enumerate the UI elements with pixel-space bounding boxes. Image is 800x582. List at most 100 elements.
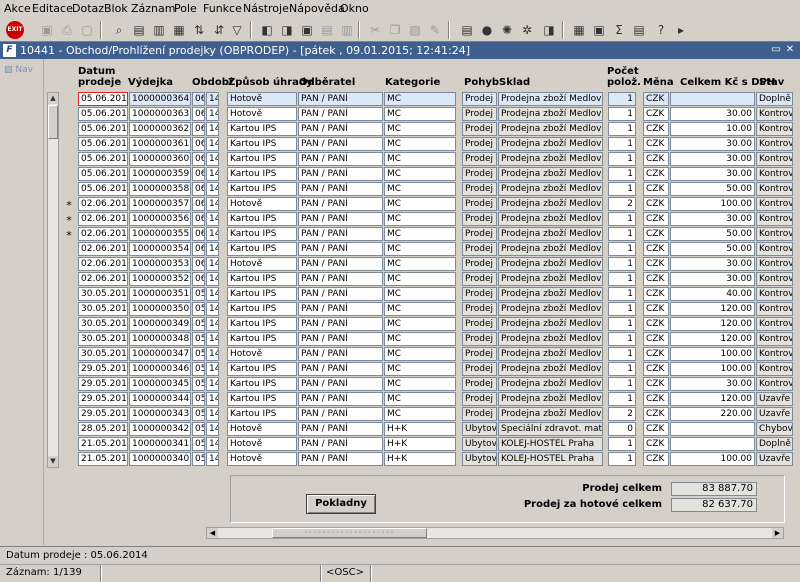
table-row[interactable]: 05.06.201410000003580614 Kartou IPSPAN / … [63,182,793,197]
cell-obdobi-month[interactable]: 06 [192,227,205,241]
table-row[interactable]: 30.05.201410000003490514 Kartou IPSPAN / … [63,317,793,332]
print-icon[interactable]: ⎙ [58,21,76,39]
scroll-thumb[interactable] [48,105,58,139]
cell-mena[interactable]: CZK [643,92,669,106]
cell-obdobi-year[interactable]: 14 [206,392,219,406]
cell-datum-prodeje[interactable]: 29.05.2014 [78,392,128,406]
cell-celkem[interactable]: 100.00 [670,347,755,361]
table-row[interactable]: * 02.06.201410000003570614 HotověPAN / PAN… [63,197,793,212]
menu-item-9[interactable]: Okno [340,2,369,15]
cell-odberatel[interactable]: PAN / PANÍ [298,212,383,226]
cell-pocet-polozek[interactable]: 1 [608,182,636,196]
cell-pocet-polozek[interactable]: 1 [608,452,636,466]
table-row[interactable]: 29.05.201410000003430514 Kartou IPSPAN / … [63,407,793,422]
cell-obdobi-year[interactable]: 14 [206,422,219,436]
cell-celkem[interactable]: 30.00 [670,152,755,166]
cell-odberatel[interactable]: PAN / PANÍ [298,167,383,181]
cell-kategorie[interactable]: MC [384,197,456,211]
cell-pocet-polozek[interactable]: 1 [608,167,636,181]
save-icon[interactable]: ▣ [38,21,56,39]
cell-odberatel[interactable]: PAN / PANÍ [298,452,383,466]
header-kategorie[interactable]: Kategorie [385,77,440,88]
cell-sklad[interactable]: Prodejna zboží Medlov [498,152,603,166]
cell-zpusob-uhrady[interactable]: Kartou IPS [227,182,297,196]
table-row[interactable]: 05.06.201410000003620614 Kartou IPSPAN / … [63,122,793,137]
cell-datum-prodeje[interactable]: 29.05.2014 [78,377,128,391]
cell-odberatel[interactable]: PAN / PANÍ [298,257,383,271]
cell-celkem[interactable]: 30.00 [670,212,755,226]
cell-zpusob-uhrady[interactable]: Hotově [227,422,297,436]
cell-obdobi-month[interactable]: 06 [192,272,205,286]
cell-zpusob-uhrady[interactable]: Kartou IPS [227,212,297,226]
menu-item-7[interactable]: Nástroje [243,2,289,15]
cell-kategorie[interactable]: MC [384,377,456,391]
cell-obdobi-month[interactable]: 05 [192,437,205,451]
cell-zpusob-uhrady[interactable]: Kartou IPS [227,392,297,406]
cell-celkem[interactable]: 50.00 [670,182,755,196]
header-vydejka[interactable]: Výdejka [128,77,173,88]
cell-stav[interactable]: Kontrov [756,257,793,271]
cell-pohyb[interactable]: Prodej z [462,377,497,391]
cell-zpusob-uhrady[interactable]: Kartou IPS [227,152,297,166]
cell-pocet-polozek[interactable]: 1 [608,302,636,316]
menu-item-3[interactable]: Blok [104,2,128,15]
cell-sklad[interactable]: KOLEJ-HOSTEL Praha [498,452,603,466]
cell-stav[interactable]: Kontrov [756,347,793,361]
cell-obdobi-year[interactable]: 14 [206,137,219,151]
cell-vydejka[interactable]: 1000000345 [129,377,191,391]
cell-kategorie[interactable]: MC [384,302,456,316]
cell-obdobi-month[interactable]: 05 [192,407,205,421]
menu-item-0[interactable]: Akce [4,2,31,15]
cell-obdobi-year[interactable]: 14 [206,92,219,106]
cell-stav[interactable]: Kontrov [756,212,793,226]
cell-datum-prodeje[interactable]: 02.06.2014 [78,242,128,256]
restore-icon[interactable]: ▭ [770,43,782,57]
cell-mena[interactable]: CZK [643,332,669,346]
cell-pohyb[interactable]: Prodej z [462,242,497,256]
help-question-icon[interactable]: ? [652,21,670,39]
table-row[interactable]: 29.05.201410000003450514 Kartou IPSPAN / … [63,377,793,392]
cell-sklad[interactable]: Prodejna zboží Medlov [498,212,603,226]
cell-kategorie[interactable]: H+K [384,422,456,436]
cell-pocet-polozek[interactable]: 2 [608,407,636,421]
sign-icon[interactable]: ◨ [540,21,558,39]
cell-obdobi-month[interactable]: 06 [192,197,205,211]
cell-pohyb[interactable]: Prodej z [462,407,497,421]
cell-kategorie[interactable]: MC [384,227,456,241]
cell-vydejka[interactable]: 1000000347 [129,347,191,361]
cell-celkem[interactable]: 30.00 [670,377,755,391]
table-row[interactable]: 02.06.201410000003540614 Kartou IPSPAN / … [63,242,793,257]
copy-icon[interactable]: ❐ [386,21,404,39]
cell-pohyb[interactable]: Prodej z [462,137,497,151]
exit-icon[interactable]: EXIT [6,21,24,39]
cell-sklad[interactable]: Prodejna zboží Medlov [498,92,603,106]
cell-kategorie[interactable]: MC [384,137,456,151]
cell-zpusob-uhrady[interactable]: Kartou IPS [227,287,297,301]
cell-sklad[interactable]: Prodejna zboží Medlov [498,107,603,121]
cut-icon[interactable]: ✂ [366,21,384,39]
table-row[interactable]: * 02.06.201410000003560614 Kartou IPSPAN /… [63,212,793,227]
clear-icon[interactable]: ▢ [78,21,96,39]
cell-datum-prodeje[interactable]: 05.06.2014 [78,122,128,136]
cell-pohyb[interactable]: Prodej z [462,107,497,121]
cell-stav[interactable]: Kontrov [756,227,793,241]
cell-pocet-polozek[interactable]: 1 [608,437,636,451]
cell-obdobi-year[interactable]: 14 [206,287,219,301]
menu-item-4[interactable]: Záznam [131,2,175,15]
cell-stav[interactable]: Kontrov [756,362,793,376]
cell-datum-prodeje[interactable]: 28.05.2014 [78,422,128,436]
table-row[interactable]: 05.06.201410000003600614 Kartou IPSPAN / … [63,152,793,167]
cell-pohyb[interactable]: Prodej z [462,257,497,271]
cell-vydejka[interactable]: 1000000352 [129,272,191,286]
cell-kategorie[interactable]: MC [384,92,456,106]
cell-pohyb[interactable]: Prodej z [462,227,497,241]
cell-sklad[interactable]: Prodejna zboží Medlov [498,317,603,331]
cell-sklad[interactable]: Prodejna zboží Medlov [498,377,603,391]
cell-obdobi-year[interactable]: 14 [206,182,219,196]
cell-obdobi-year[interactable]: 14 [206,302,219,316]
execute-query-icon[interactable]: ▥ [150,21,168,39]
cell-mena[interactable]: CZK [643,407,669,421]
table-row[interactable]: 30.05.201410000003510514 Kartou IPSPAN / … [63,287,793,302]
cell-sklad[interactable]: Prodejna zboží Medlov [498,332,603,346]
cell-pohyb[interactable]: Prodej z [462,92,497,106]
